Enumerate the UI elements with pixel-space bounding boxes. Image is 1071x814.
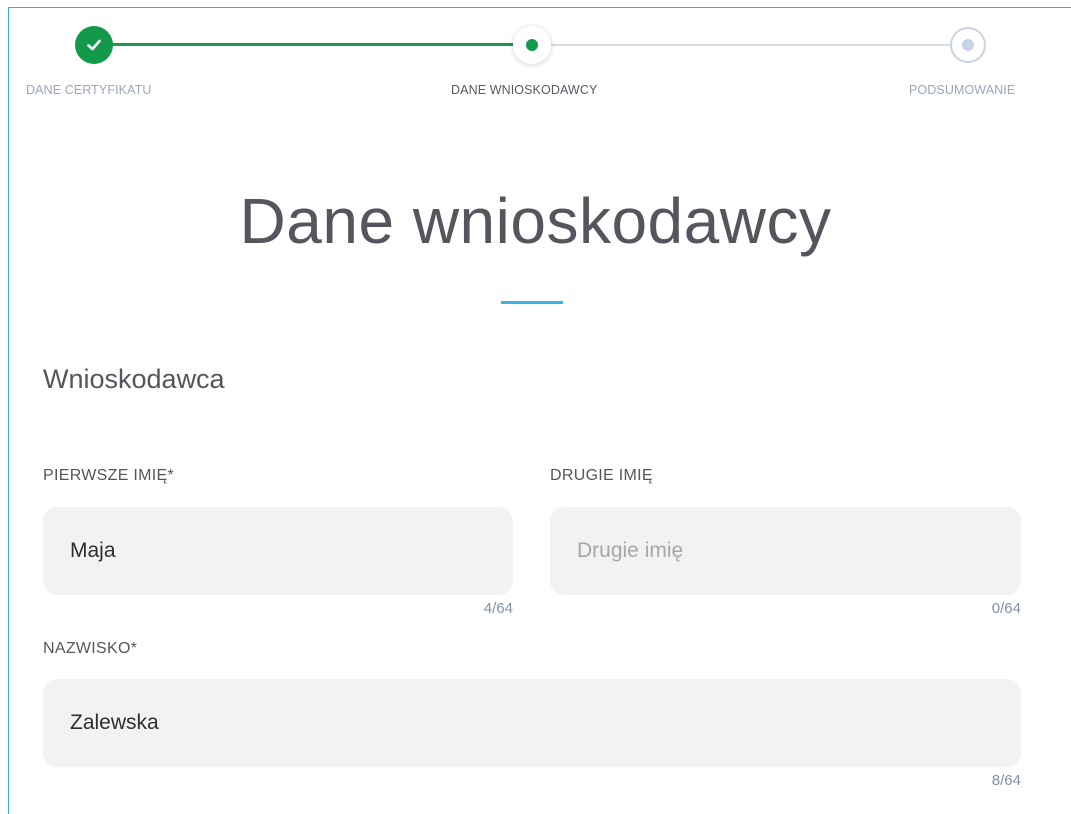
- surname-label: NAZWISKO*: [43, 640, 138, 657]
- second-name-counter: 0/64: [991, 600, 1021, 617]
- stepper-line-pending: [532, 44, 968, 46]
- first-name-input[interactable]: [43, 507, 513, 595]
- second-name-label: DRUGIE IMIĘ: [550, 467, 653, 484]
- check-icon: [87, 39, 101, 51]
- step-3-label: PODSUMOWANIE: [909, 83, 1016, 97]
- surname-input[interactable]: [43, 679, 1021, 767]
- step-3-indicator: [950, 27, 986, 63]
- title-underline: [501, 301, 563, 304]
- step-2-label: DANE WNIOSKODAWCY: [451, 83, 598, 97]
- step-1-indicator[interactable]: [75, 26, 113, 64]
- pending-dot-icon: [962, 39, 974, 51]
- stepper-line-completed: [94, 43, 532, 46]
- page-title: Dane wnioskodawcy: [239, 185, 832, 257]
- step-2-indicator: [513, 26, 551, 64]
- second-name-input[interactable]: [550, 507, 1021, 595]
- surname-counter: 8/64: [991, 772, 1021, 789]
- first-name-label: PIERWSZE IMIĘ*: [43, 467, 175, 484]
- section-title: Wnioskodawca: [43, 364, 225, 394]
- first-name-counter: 4/64: [483, 600, 513, 617]
- step-1-label[interactable]: DANE CERTYFIKATU: [26, 83, 151, 97]
- active-dot-icon: [526, 39, 538, 51]
